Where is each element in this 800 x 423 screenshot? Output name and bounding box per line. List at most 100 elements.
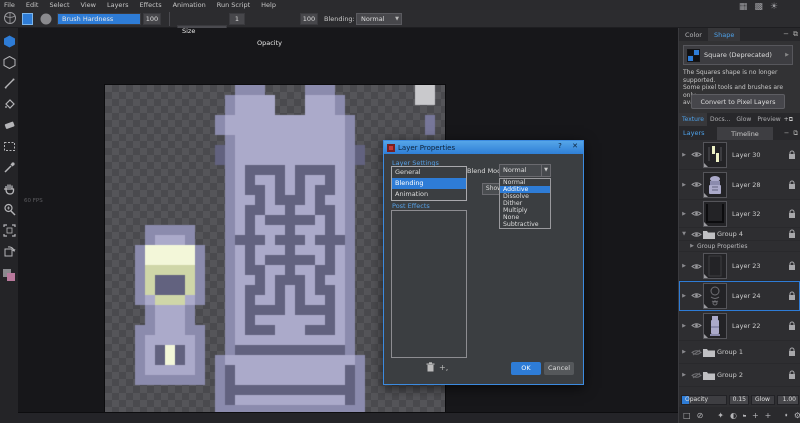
menu-run-script[interactable]: Run Script <box>217 1 250 9</box>
expand-arrow-icon[interactable]: ▶ <box>679 323 689 329</box>
lock-icon[interactable] <box>788 347 796 357</box>
fill-bucket-tool[interactable] <box>2 97 16 111</box>
menu-effects[interactable]: Effects <box>140 1 162 9</box>
group-properties-label[interactable]: Group Properties <box>697 243 748 250</box>
float-panel-icon[interactable]: ⧉ <box>793 129 798 138</box>
expand-arrow-icon[interactable]: ▶ <box>679 182 689 188</box>
brush-shape-icon[interactable] <box>3 12 17 24</box>
visibility-eye-icon[interactable] <box>689 372 703 379</box>
expand-arrow-icon[interactable]: ▶ <box>679 152 689 158</box>
settings-item-general[interactable]: General <box>392 167 466 178</box>
frame-crop-tool[interactable] <box>2 223 16 237</box>
blend-option-normal[interactable]: Normal <box>500 179 550 186</box>
hand-pan-tool[interactable] <box>2 181 16 195</box>
new-group-folder-icon[interactable] <box>742 411 746 420</box>
group-row-group-4[interactable]: ▼ Group 4 <box>679 228 800 241</box>
collapse-arrow-icon[interactable]: ▼ <box>679 231 689 237</box>
delete-trash-icon[interactable] <box>785 410 788 420</box>
hexagon-brush-tool-active[interactable] <box>2 34 16 48</box>
dialog-titlebar[interactable]: Layer Properties ? ✕ <box>384 141 583 154</box>
tab-timeline[interactable]: Timeline <box>717 127 773 140</box>
square-mask-icon[interactable]: □ <box>683 411 691 420</box>
zoom-tool[interactable] <box>2 202 16 216</box>
float-panel-icon[interactable]: ⧉ <box>793 30 798 39</box>
visibility-eye-icon[interactable] <box>689 151 703 158</box>
settings-item-animation[interactable]: Animation <box>392 189 466 200</box>
layer-row-layer-23[interactable]: ▶ Layer 23 <box>679 252 800 281</box>
visibility-eye-icon[interactable] <box>689 231 703 238</box>
layer-thumbnail[interactable] <box>703 171 727 198</box>
blending-dropdown[interactable]: Normal ▼ <box>356 13 402 25</box>
expand-arrow-icon[interactable]: ▶ <box>679 211 689 217</box>
lock-icon[interactable] <box>788 180 796 190</box>
eraser-tool[interactable] <box>2 118 16 132</box>
menu-view[interactable]: View <box>81 1 96 9</box>
menu-help[interactable]: Help <box>261 1 276 9</box>
layer-row-layer-32[interactable]: ▶ Layer 32 <box>679 200 800 228</box>
layer-glow-value[interactable]: 1.00 <box>777 394 799 405</box>
blend-mode-dropdown[interactable]: Normal ▼ <box>499 164 551 177</box>
color-swatches-icon[interactable] <box>2 268 16 282</box>
layer-thumbnail[interactable] <box>703 200 727 227</box>
visibility-eye-icon[interactable] <box>689 322 703 329</box>
effects-sparkle-icon[interactable]: ✦ <box>717 411 724 420</box>
lock-icon[interactable] <box>788 229 796 239</box>
layer-opacity-value[interactable]: 0.15 <box>729 394 749 405</box>
menu-animation[interactable]: Animation <box>173 1 206 9</box>
layer-row-layer-24-selected[interactable]: ▶ Layer 24 <box>679 281 800 311</box>
blend-option-dissolve[interactable]: Dissolve <box>500 193 550 200</box>
tab-preview[interactable]: Preview <box>754 113 783 126</box>
blend-option-dither[interactable]: Dither <box>500 200 550 207</box>
lock-icon[interactable] <box>788 261 796 271</box>
layer-opacity-slider[interactable]: Opacity <box>681 394 727 405</box>
settings-gear-icon[interactable]: ⚙ <box>794 411 800 420</box>
visibility-eye-icon[interactable] <box>689 349 703 356</box>
group-row-group-2[interactable]: ▶ Group 2 <box>679 364 800 387</box>
visibility-eye-icon[interactable] <box>689 292 703 299</box>
tab-texture[interactable]: Texture <box>679 113 707 126</box>
blend-option-additive-highlighted[interactable]: Additive <box>500 186 550 193</box>
layer-thumbnail[interactable] <box>703 312 727 339</box>
disable-icon[interactable]: ⊘ <box>697 411 704 420</box>
expand-arrow-icon[interactable]: ▶ <box>679 372 689 378</box>
shape-selector[interactable]: Square (Deprecated) ▶ <box>683 45 793 65</box>
brush-hardness-slider[interactable]: Brush Hardness <box>57 13 141 25</box>
cancel-button[interactable]: Cancel <box>544 362 574 375</box>
group-row-group-1[interactable]: ▶ Group 1 <box>679 341 800 364</box>
layer-thumbnail[interactable] <box>703 253 727 279</box>
convert-to-pixel-layers-button[interactable]: Convert to Pixel Layers <box>691 94 785 109</box>
blend-option-none[interactable]: None <box>500 214 550 221</box>
brush-tip-icon[interactable] <box>40 13 52 25</box>
tab-shape[interactable]: Shape <box>707 28 741 41</box>
visibility-eye-icon[interactable] <box>689 210 703 217</box>
tab-layers[interactable]: Layers <box>679 129 705 137</box>
delete-trash-icon[interactable] <box>426 362 435 372</box>
layer-row-layer-30[interactable]: ▶ Layer 30 <box>679 140 800 170</box>
marquee-select-tool[interactable] <box>2 139 16 153</box>
lock-icon[interactable] <box>788 370 796 380</box>
tab-glow[interactable]: Glow <box>733 113 754 126</box>
blend-option-subtractive[interactable]: Subtractive <box>500 221 550 228</box>
eyedropper-tool[interactable] <box>2 160 16 174</box>
layer-thumbnail[interactable] <box>703 141 727 168</box>
menu-file[interactable]: File <box>4 1 15 9</box>
add-layer-alt-icon[interactable]: + <box>765 411 772 420</box>
transform-rotate-tool[interactable] <box>2 244 16 258</box>
layer-row-layer-28[interactable]: ▶ Layer 28 <box>679 170 800 200</box>
color-swatch-button[interactable] <box>22 13 33 25</box>
lock-icon[interactable] <box>788 209 796 219</box>
add-layer-icon[interactable]: + <box>752 411 759 420</box>
size-value[interactable]: 1 <box>229 13 245 25</box>
menu-select[interactable]: Select <box>49 1 69 9</box>
layer-row-layer-22[interactable]: ▶ Layer 22 <box>679 311 800 341</box>
float-panel-icon[interactable]: ⧉ <box>789 116 793 123</box>
ok-button[interactable]: OK <box>511 362 541 375</box>
expand-arrow-icon[interactable]: ▶ <box>679 293 689 299</box>
menu-layers[interactable]: Layers <box>107 1 129 9</box>
lock-icon[interactable] <box>788 291 796 301</box>
settings-item-blending-selected[interactable]: Blending <box>392 178 466 189</box>
group-properties-row[interactable]: ▶ Group Properties <box>679 241 800 252</box>
minimize-icon[interactable]: − <box>783 30 789 39</box>
opacity-value[interactable]: 100 <box>300 13 318 25</box>
add-effect-icon[interactable]: +, <box>439 363 448 372</box>
